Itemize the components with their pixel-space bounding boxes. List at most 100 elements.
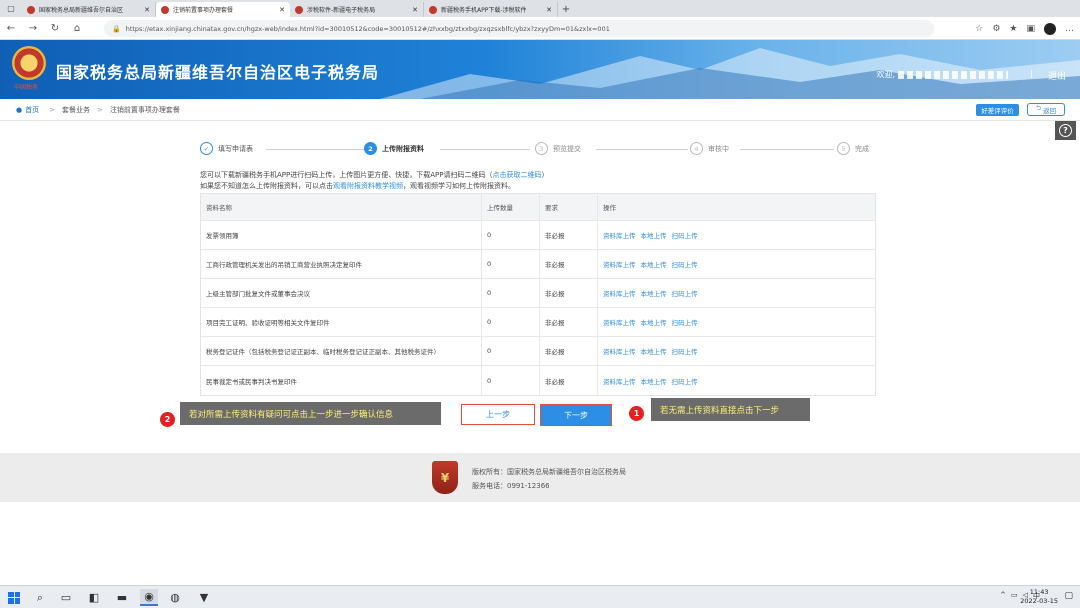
- scan-upload-link[interactable]: 扫码上传: [672, 288, 698, 298]
- edge-browser-icon[interactable]: ◉: [140, 589, 158, 606]
- username-redacted: [898, 70, 1008, 79]
- library-upload-link[interactable]: 资料库上传: [603, 288, 636, 298]
- profile-avatar[interactable]: [1044, 22, 1056, 35]
- tab-2[interactable]: 注销前置事项办理套餐 ✕: [156, 2, 290, 17]
- new-tab-icon[interactable]: +: [558, 2, 574, 17]
- question-mark-icon: ?: [1059, 124, 1072, 137]
- local-upload-link[interactable]: 本地上传: [641, 317, 667, 327]
- system-clock[interactable]: 11:43 2022-03-15: [1020, 588, 1058, 606]
- scan-upload-link[interactable]: 扫码上传: [672, 259, 698, 269]
- upload-count: 0: [481, 308, 539, 336]
- tab-3[interactable]: 涉税软件-新疆电子税务局 ✕: [290, 2, 424, 17]
- location-pin-icon: ●: [16, 105, 23, 114]
- home-icon[interactable]: ⌂: [66, 18, 88, 38]
- tab-1[interactable]: 国家税务总局新疆维吾尔自治区 ✕: [22, 2, 156, 17]
- window-menu-icon[interactable]: ▢: [0, 0, 22, 17]
- upload-count: 0: [481, 366, 539, 395]
- url-input[interactable]: 🔒 https://etax.xinjiang.chinatax.gov.cn/h…: [104, 20, 934, 37]
- upload-count: 0: [481, 250, 539, 278]
- copyright-text: 版权所有：国家税务总局新疆维吾尔自治区税务局: [472, 468, 626, 476]
- requirement: 非必报: [539, 337, 597, 365]
- library-upload-link[interactable]: 资料库上传: [603, 259, 636, 269]
- step-connector: [740, 149, 834, 150]
- step-complete: 5 完成: [837, 142, 869, 155]
- hint-callout-next: 若无需上传资料直接点击下一步: [651, 398, 810, 421]
- requirement: 非必报: [539, 308, 597, 336]
- upload-count: 0: [481, 337, 539, 365]
- tax-favicon-icon: [295, 5, 303, 14]
- next-step-button[interactable]: 下一步: [540, 404, 612, 426]
- requirement: 非必报: [539, 221, 597, 249]
- read-aloud-icon[interactable]: ☆: [975, 24, 983, 34]
- scan-upload-link[interactable]: 扫码上传: [672, 317, 698, 327]
- reload-icon[interactable]: ↻: [44, 18, 66, 38]
- forward-arrow-icon[interactable]: →: [22, 18, 44, 38]
- callout-badge: 2: [160, 412, 175, 427]
- close-tab-icon[interactable]: ✕: [279, 6, 285, 14]
- library-upload-link[interactable]: 资料库上传: [603, 230, 636, 240]
- task-view-icon[interactable]: ▭: [57, 589, 75, 606]
- table-row: 税务登记证件（包括税务登记证正副本、临时税务登记证正副本、其他税务证件） 0 非必报…: [201, 337, 875, 366]
- tax-favicon-icon: [429, 5, 437, 14]
- row-operations: 资料库上传 本地上传 扫码上传: [597, 250, 875, 278]
- tutorial-video-link[interactable]: 观看附报资料教学视频: [333, 182, 403, 190]
- progress-steps: ✓ 填写申请表 2 上传附报资料 3 预览提交 4 审核中 5 完成: [200, 140, 880, 158]
- show-hidden-icon[interactable]: ^: [1000, 591, 1006, 601]
- logout-link[interactable]: 退出: [1048, 69, 1066, 82]
- local-upload-link[interactable]: 本地上传: [641, 230, 667, 240]
- scan-upload-link[interactable]: 扫码上传: [672, 376, 698, 386]
- wechat-icon[interactable]: ◍: [166, 589, 184, 606]
- library-upload-link[interactable]: 资料库上传: [603, 376, 636, 386]
- network-icon[interactable]: ▭: [1011, 591, 1018, 601]
- favorites-icon[interactable]: ★: [1009, 24, 1017, 34]
- back-arrow-icon[interactable]: ←: [0, 18, 22, 38]
- breadcrumb-item[interactable]: 套餐业务: [62, 105, 90, 115]
- scan-upload-link[interactable]: 扫码上传: [672, 346, 698, 356]
- notification-icon[interactable]: ▢: [1064, 591, 1073, 601]
- site-title: 国家税务总局新疆维吾尔自治区电子税务局: [56, 63, 380, 82]
- upload-instructions: 您可以下载新疆税务手机APP进行扫码上传，上传图片更方便、快捷，下载APP请扫码…: [200, 171, 549, 190]
- document-name: 税务登记证件（包括税务登记证正副本、临时税务登记证正副本、其他税务证件）: [206, 348, 440, 356]
- search-icon[interactable]: ⌕: [31, 589, 49, 606]
- browser-address-bar: ← → ↻ ⌂ 🔒 https://etax.xinjiang.chinatax.…: [0, 17, 1080, 40]
- extensions-icon[interactable]: ⚙: [992, 24, 1000, 34]
- widgets-icon[interactable]: ◧: [85, 589, 103, 606]
- breadcrumb-current: 注销前置事项办理套餐: [109, 105, 180, 114]
- table-row: 工商行政管理机关发出的吊销工商营业执照决定复印件 0 非必报 资料库上传 本地上传 扫码上…: [201, 250, 875, 279]
- document-name: 上级主管部门批复文件或董事会决议: [206, 290, 310, 298]
- local-upload-link[interactable]: 本地上传: [641, 346, 667, 356]
- library-upload-link[interactable]: 资料库上传: [603, 317, 636, 327]
- previous-step-button[interactable]: 上一步: [461, 404, 535, 425]
- tab-4[interactable]: 新疆税务手机APP下载-涉税软件 ✕: [424, 2, 558, 17]
- row-operations: 资料库上传 本地上传 扫码上传: [597, 221, 875, 249]
- local-upload-link[interactable]: 本地上传: [641, 288, 667, 298]
- step-connector: [596, 149, 688, 150]
- library-upload-link[interactable]: 资料库上传: [603, 346, 636, 356]
- return-button[interactable]: ⮌ 返回: [1027, 103, 1065, 116]
- requirement: 非必报: [539, 366, 597, 395]
- file-explorer-icon[interactable]: ▬: [113, 589, 131, 606]
- more-menu-icon[interactable]: …: [1065, 24, 1074, 34]
- step-upload: 2 上传附报资料: [364, 142, 424, 155]
- collections-icon[interactable]: ▣: [1026, 24, 1035, 34]
- help-button[interactable]: ?: [1055, 121, 1076, 140]
- windows-logo-icon: [8, 591, 20, 604]
- start-button[interactable]: [5, 589, 23, 606]
- get-qrcode-link[interactable]: 点击获取二维码: [492, 171, 541, 179]
- breadcrumb-separator: >: [49, 105, 55, 114]
- welcome-text: 欢迎,: [876, 69, 1008, 80]
- hint-callout-prev: 若对所需上传资料有疑问可点击上一步进一步确认信息: [180, 402, 441, 425]
- step-preview: 3 预览提交: [535, 142, 581, 155]
- close-tab-icon[interactable]: ✕: [412, 6, 418, 14]
- app-icon[interactable]: ▼: [195, 589, 213, 606]
- tax-favicon-icon: [161, 5, 169, 14]
- local-upload-link[interactable]: 本地上传: [641, 376, 667, 386]
- table-header: 资料名称 上传数量 要求 操作: [201, 194, 875, 221]
- local-upload-link[interactable]: 本地上传: [641, 259, 667, 269]
- scan-upload-link[interactable]: 扫码上传: [672, 230, 698, 240]
- rate-service-button[interactable]: 好差评评价: [976, 104, 1019, 116]
- return-arrow-icon: ⮌: [1035, 104, 1042, 112]
- close-tab-icon[interactable]: ✕: [546, 6, 552, 14]
- close-tab-icon[interactable]: ✕: [144, 6, 150, 14]
- breadcrumb-home[interactable]: 首页: [25, 105, 39, 115]
